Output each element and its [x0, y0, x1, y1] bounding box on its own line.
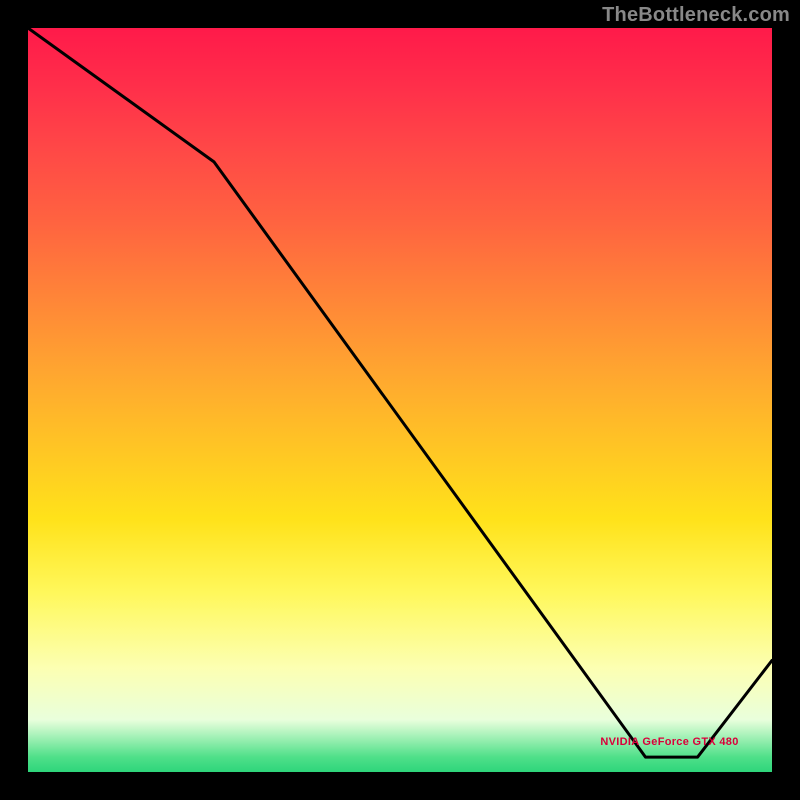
bottleneck-curve [28, 28, 772, 757]
attribution-text: TheBottleneck.com [602, 4, 790, 27]
chart-stage: TheBottleneck.com NVIDIA GeForce GTX 480 [0, 0, 800, 800]
curve-layer [28, 28, 772, 772]
plot-area: NVIDIA GeForce GTX 480 [28, 28, 772, 772]
gpu-annotation: NVIDIA GeForce GTX 480 [600, 736, 738, 748]
